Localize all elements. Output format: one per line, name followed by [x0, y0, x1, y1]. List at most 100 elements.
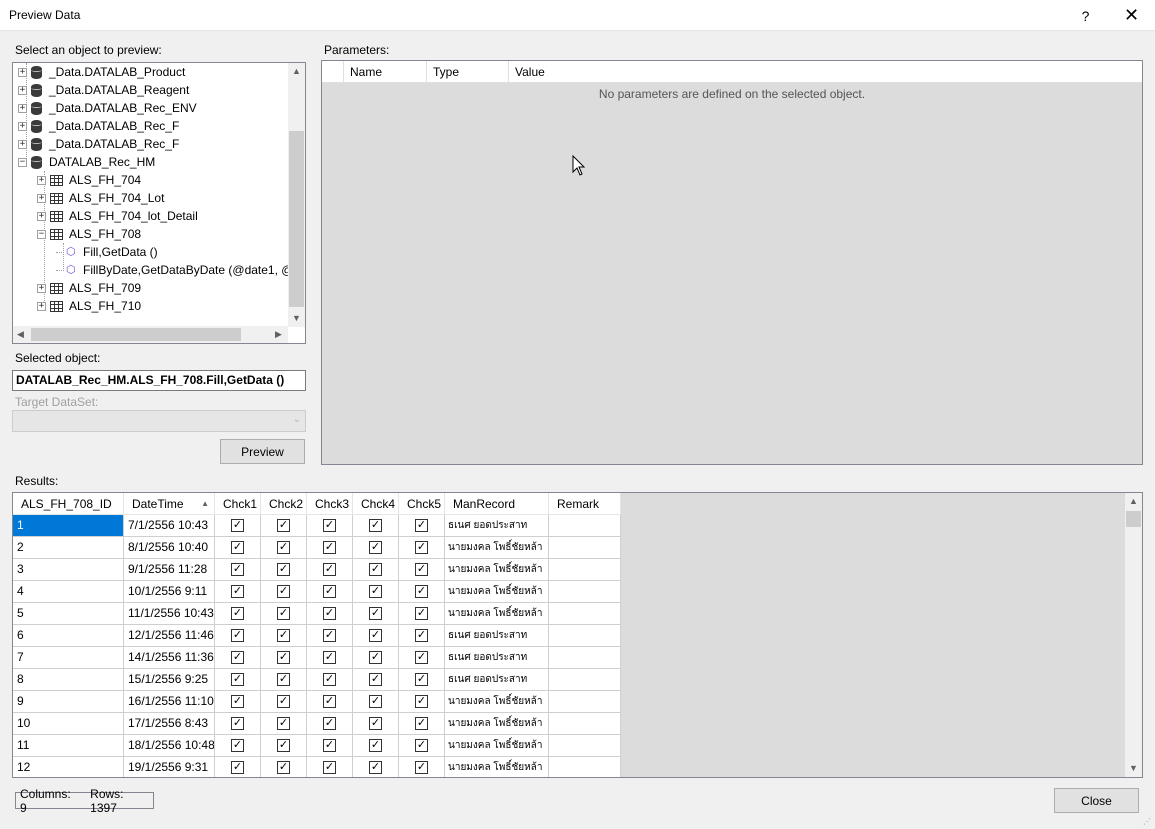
column-header[interactable]: ALS_FH_708_ID — [13, 493, 124, 515]
datetime-cell[interactable]: 9/1/2556 11:28 — [124, 559, 215, 581]
id-cell[interactable]: 8 — [13, 669, 124, 691]
man-record-cell[interactable]: นายมงคล โพธิ์ชัยหล้า — [445, 581, 549, 603]
close-button[interactable]: Close — [1054, 788, 1139, 813]
checkbox[interactable]: ✓ — [323, 673, 336, 686]
column-header[interactable]: ManRecord — [445, 493, 549, 515]
remark-cell[interactable] — [549, 581, 621, 603]
check-cell[interactable]: ✓ — [353, 647, 399, 669]
check-cell[interactable]: ✓ — [353, 537, 399, 559]
id-cell[interactable]: 10 — [13, 713, 124, 735]
checkbox[interactable]: ✓ — [231, 761, 244, 774]
table-row[interactable]: 3 9/1/2556 11:28 ✓ ✓ ✓ ✓ ✓ นายมงคล โพธิ์ชัยหล้า — [13, 559, 621, 581]
expand-icon[interactable]: + — [18, 139, 27, 149]
checkbox[interactable]: ✓ — [323, 651, 336, 664]
checkbox[interactable]: ✓ — [369, 563, 382, 576]
checkbox[interactable]: ✓ — [277, 629, 290, 642]
check-cell[interactable]: ✓ — [307, 537, 353, 559]
tree-item[interactable]: + ALS_FH_704_Lot — [37, 189, 164, 207]
column-header[interactable]: DateTime ▲ — [124, 493, 215, 515]
checkbox[interactable]: ✓ — [415, 629, 428, 642]
table-row[interactable]: 12 19/1/2556 9:31 ✓ ✓ ✓ ✓ ✓ นายมงคล โพธิ์ชัยหล้… — [13, 757, 621, 777]
table-row[interactable]: 2 8/1/2556 10:40 ✓ ✓ ✓ ✓ ✓ นายมงคล โพธิ์ชัยหล้า — [13, 537, 621, 559]
column-header[interactable]: Remark — [549, 493, 621, 515]
remark-cell[interactable] — [549, 691, 621, 713]
id-cell[interactable]: 1 — [13, 515, 124, 537]
check-cell[interactable]: ✓ — [215, 537, 261, 559]
datetime-cell[interactable]: 12/1/2556 11:46 — [124, 625, 215, 647]
check-cell[interactable]: ✓ — [353, 559, 399, 581]
check-cell[interactable]: ✓ — [261, 625, 307, 647]
check-cell[interactable]: ✓ — [307, 581, 353, 603]
remark-cell[interactable] — [549, 647, 621, 669]
param-col-value[interactable]: Value — [509, 61, 1142, 83]
results-vertical-scrollbar[interactable]: ▲ ▼ — [1125, 493, 1142, 777]
checkbox[interactable]: ✓ — [369, 607, 382, 620]
check-cell[interactable]: ✓ — [353, 669, 399, 691]
check-cell[interactable]: ✓ — [261, 647, 307, 669]
scroll-right-icon[interactable]: ▶ — [275, 329, 282, 340]
column-header[interactable]: Chck4 — [353, 493, 399, 515]
id-cell[interactable]: 6 — [13, 625, 124, 647]
checkbox[interactable]: ✓ — [277, 739, 290, 752]
tree-item[interactable]: + _Data.DATALAB_Rec_F — [18, 117, 179, 135]
preview-button[interactable]: Preview — [220, 439, 305, 464]
checkbox[interactable]: ✓ — [277, 695, 290, 708]
check-cell[interactable]: ✓ — [215, 515, 261, 537]
checkbox[interactable]: ✓ — [415, 607, 428, 620]
checkbox[interactable]: ✓ — [277, 673, 290, 686]
table-row[interactable]: 11 18/1/2556 10:48 ✓ ✓ ✓ ✓ ✓ นายมงคล โพธิ์ชัยหล… — [13, 735, 621, 757]
man-record-cell[interactable]: นายมงคล โพธิ์ชัยหล้า — [445, 603, 549, 625]
id-cell[interactable]: 2 — [13, 537, 124, 559]
expand-icon[interactable]: + — [18, 85, 27, 95]
remark-cell[interactable] — [549, 669, 621, 691]
column-header[interactable]: Chck1 — [215, 493, 261, 515]
check-cell[interactable]: ✓ — [399, 691, 445, 713]
check-cell[interactable]: ✓ — [399, 669, 445, 691]
checkbox[interactable]: ✓ — [277, 761, 290, 774]
checkbox[interactable]: ✓ — [323, 607, 336, 620]
remark-cell[interactable] — [549, 713, 621, 735]
checkbox[interactable]: ✓ — [323, 541, 336, 554]
checkbox[interactable]: ✓ — [415, 695, 428, 708]
checkbox[interactable]: ✓ — [231, 739, 244, 752]
datetime-cell[interactable]: 8/1/2556 10:40 — [124, 537, 215, 559]
check-cell[interactable]: ✓ — [261, 691, 307, 713]
selected-object-field[interactable]: DATALAB_Rec_HM.ALS_FH_708.Fill,GetData (… — [12, 370, 306, 391]
checkbox[interactable]: ✓ — [231, 673, 244, 686]
id-cell[interactable]: 4 — [13, 581, 124, 603]
tree-horizontal-scrollbar[interactable]: ◀ ▶ — [13, 326, 288, 343]
check-cell[interactable]: ✓ — [399, 537, 445, 559]
check-cell[interactable]: ✓ — [353, 735, 399, 757]
checkbox[interactable]: ✓ — [277, 607, 290, 620]
check-cell[interactable]: ✓ — [215, 691, 261, 713]
object-tree[interactable]: + _Data.DATALAB_Product + _Data.DATALAB_Rea… — [12, 62, 306, 344]
parameters-grid[interactable]: Name Type Value No parameters are define… — [321, 60, 1143, 465]
man-record-cell[interactable]: นายมงคล โพธิ์ชัยหล้า — [445, 713, 549, 735]
check-cell[interactable]: ✓ — [307, 669, 353, 691]
check-cell[interactable]: ✓ — [399, 757, 445, 777]
check-cell[interactable]: ✓ — [261, 669, 307, 691]
checkbox[interactable]: ✓ — [369, 519, 382, 532]
expand-icon[interactable]: + — [37, 175, 46, 185]
check-cell[interactable]: ✓ — [215, 581, 261, 603]
table-row[interactable]: 6 12/1/2556 11:46 ✓ ✓ ✓ ✓ ✓ ธเนศ ยอดประสาท — [13, 625, 621, 647]
check-cell[interactable]: ✓ — [307, 757, 353, 777]
checkbox[interactable]: ✓ — [323, 585, 336, 598]
remark-cell[interactable] — [549, 757, 621, 777]
check-cell[interactable]: ✓ — [261, 603, 307, 625]
checkbox[interactable]: ✓ — [323, 519, 336, 532]
tree-item[interactable]: + _Data.DATALAB_Product — [18, 63, 185, 81]
checkbox[interactable]: ✓ — [415, 585, 428, 598]
checkbox[interactable]: ✓ — [277, 563, 290, 576]
param-col-type[interactable]: Type — [427, 61, 509, 83]
remark-cell[interactable] — [549, 603, 621, 625]
check-cell[interactable]: ✓ — [353, 625, 399, 647]
check-cell[interactable]: ✓ — [215, 603, 261, 625]
tree-item[interactable]: + _Data.DATALAB_Reagent — [18, 81, 189, 99]
checkbox[interactable]: ✓ — [369, 651, 382, 664]
checkbox[interactable]: ✓ — [323, 695, 336, 708]
check-cell[interactable]: ✓ — [399, 603, 445, 625]
man-record-cell[interactable]: นายมงคล โพธิ์ชัยหล้า — [445, 691, 549, 713]
check-cell[interactable]: ✓ — [307, 691, 353, 713]
datetime-cell[interactable]: 10/1/2556 9:11 — [124, 581, 215, 603]
